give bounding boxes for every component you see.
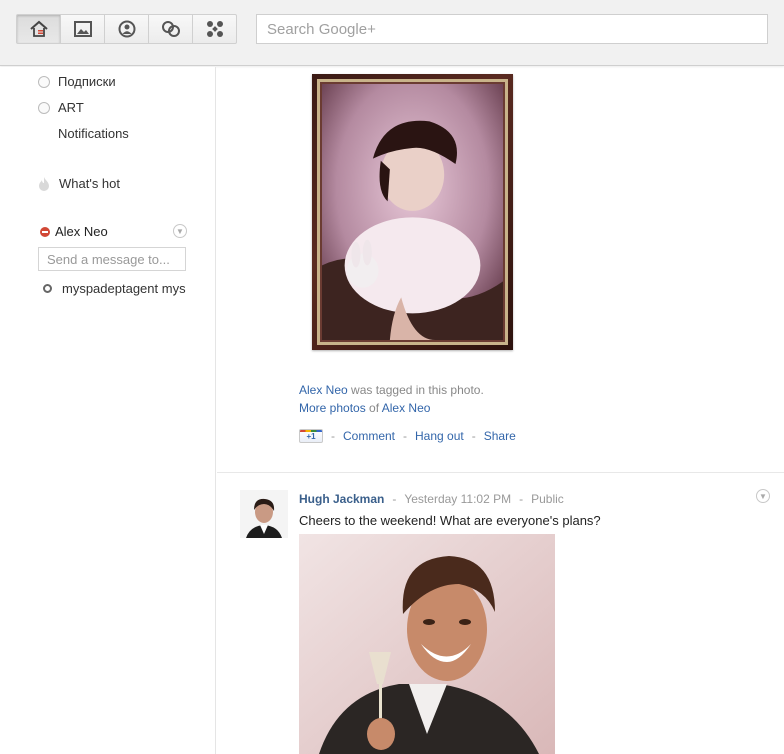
search-input[interactable] <box>256 14 768 44</box>
nav-games-button[interactable] <box>192 14 237 44</box>
photo-frame <box>317 79 508 345</box>
action-separator: - <box>403 429 408 443</box>
photos-icon <box>73 21 92 37</box>
chevron-down-icon: ▼ <box>759 491 767 501</box>
tagged-photo[interactable] <box>312 74 513 350</box>
busy-status-icon <box>40 226 50 237</box>
sidebar: Подписки ART Notifications What's hot Al… <box>0 67 216 754</box>
post-menu-button[interactable]: ▼ <box>756 489 770 503</box>
stream: Alex Neo was tagged in this photo. More … <box>217 67 784 754</box>
post-visibility[interactable]: Public <box>531 492 564 506</box>
nav-profile-button[interactable] <box>104 14 149 44</box>
chat-message-input[interactable] <box>38 247 186 271</box>
chat-contact[interactable]: myspadeptagent mys <box>43 281 186 296</box>
post-timestamp[interactable]: Yesterday 11:02 PM <box>404 492 511 506</box>
more-photos-of-text: of <box>365 401 382 415</box>
avatar-image <box>240 490 288 538</box>
share-link[interactable]: Share <box>484 429 516 443</box>
post-author-link[interactable]: Hugh Jackman <box>299 492 384 506</box>
painting-image <box>322 84 503 340</box>
circle-icon <box>38 101 50 114</box>
sidebar-item-label: What's hot <box>59 176 121 191</box>
header-separator: - <box>519 492 524 506</box>
post-photo[interactable] <box>299 534 555 754</box>
sidebar-item-label: Notifications <box>58 126 129 141</box>
action-separator: - <box>471 429 476 443</box>
circles-icon <box>161 21 180 37</box>
chat-contact-name: myspadeptagent mys <box>62 281 186 296</box>
nav-photos-button[interactable] <box>60 14 105 44</box>
more-photos-link[interactable]: More photos <box>299 401 366 415</box>
games-icon <box>206 21 223 37</box>
flame-icon <box>39 176 49 191</box>
hangout-link[interactable]: Hang out <box>415 429 464 443</box>
top-bar <box>0 0 784 66</box>
idle-status-icon <box>43 284 52 293</box>
comment-link[interactable]: Comment <box>343 429 395 443</box>
circle-icon <box>38 75 50 88</box>
header-separator: - <box>392 492 397 506</box>
sidebar-item-label: Подписки <box>58 74 116 89</box>
more-photos-person-link[interactable]: Alex Neo <box>382 401 431 415</box>
sidebar-item-subscriptions[interactable]: Подписки <box>38 74 116 89</box>
chat-user-name: Alex Neo <box>55 224 108 239</box>
home-icon <box>29 20 48 37</box>
more-photos-line: More photos of Alex Neo <box>299 401 430 415</box>
nav-button-group <box>16 14 237 44</box>
post-photo-image <box>299 534 555 754</box>
avatar[interactable] <box>240 490 288 538</box>
photo-tag-caption: Alex Neo was tagged in this photo. <box>299 383 484 397</box>
post-text: Cheers to the weekend! What are everyone… <box>299 513 601 528</box>
post-actions: +1 - Comment - Hang out - Share <box>299 429 516 443</box>
profile-icon <box>118 20 135 38</box>
tagged-person-link[interactable]: Alex Neo <box>299 383 348 397</box>
action-separator: - <box>331 429 335 443</box>
post-header: Hugh Jackman - Yesterday 11:02 PM - Publ… <box>299 492 564 506</box>
chat-user-status[interactable]: Alex Neo <box>40 224 108 239</box>
sidebar-item-label: ART <box>58 100 84 115</box>
sidebar-item-notifications[interactable]: Notifications <box>58 126 129 141</box>
chat-menu-button[interactable]: ▼ <box>173 224 187 238</box>
sidebar-item-whats-hot[interactable]: What's hot <box>38 176 120 191</box>
nav-home-button[interactable] <box>16 14 61 44</box>
chevron-down-icon: ▼ <box>176 226 184 236</box>
plus-one-button[interactable]: +1 <box>299 429 323 443</box>
tag-caption-text: was tagged in this photo. <box>347 383 484 397</box>
nav-circles-button[interactable] <box>148 14 193 44</box>
sidebar-item-art[interactable]: ART <box>38 100 84 115</box>
post-divider <box>217 472 784 473</box>
